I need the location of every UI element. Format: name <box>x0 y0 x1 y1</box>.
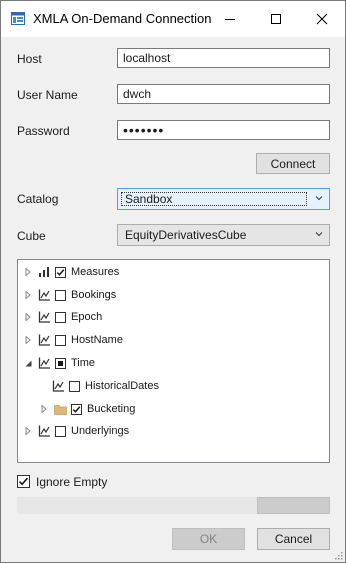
expand-arrow-icon[interactable] <box>23 267 33 277</box>
tree-node-label: Underlyings <box>71 425 130 437</box>
tree-node-label: Time <box>71 357 96 369</box>
collapse-arrow-icon[interactable] <box>23 358 33 368</box>
axis-icon <box>37 333 51 347</box>
checkbox-epoch[interactable] <box>55 311 66 323</box>
chevron-down-icon <box>315 196 323 201</box>
cube-tree-view[interactable]: Measures Bookings Epoch HostName Time Hi… <box>17 259 330 463</box>
checkbox-underlyings[interactable] <box>55 425 66 437</box>
tree-node-label: HistoricalDates <box>85 380 159 392</box>
catalog-selected-value: Sandbox <box>125 192 173 206</box>
dialog-body: Host localhost User Name dwch Password •… <box>1 37 345 562</box>
checkbox-bucketing[interactable] <box>71 403 82 415</box>
resize-grip-icon[interactable] <box>333 550 343 560</box>
tree-node-underlyings[interactable]: Underlyings <box>23 422 129 440</box>
user-name-label: User Name <box>17 88 78 102</box>
catalog-dropdown[interactable]: Sandbox <box>117 188 330 210</box>
maximize-button[interactable] <box>253 1 299 37</box>
checkbox-historicaldates[interactable] <box>69 380 80 392</box>
tree-node-label: Measures <box>71 266 120 278</box>
dialog-window: XMLA On-Demand Connection Host localhost… <box>0 0 346 563</box>
checkmark-icon <box>72 405 81 413</box>
tree-node-hostname[interactable]: HostName <box>23 331 123 349</box>
close-icon <box>316 13 328 25</box>
axis-icon <box>37 288 51 302</box>
host-label: Host <box>17 52 42 66</box>
cube-selected-value: EquityDerivativesCube <box>125 228 247 242</box>
folder-icon <box>53 402 67 416</box>
checkbox-measures[interactable] <box>55 266 66 278</box>
tree-node-epoch[interactable]: Epoch <box>23 308 102 326</box>
expand-arrow-icon[interactable] <box>23 426 33 436</box>
window-title: XMLA On-Demand Connection <box>33 11 212 26</box>
user-name-input[interactable]: dwch <box>117 84 330 104</box>
checkbox-bookings[interactable] <box>55 289 66 301</box>
cube-dropdown[interactable]: EquityDerivativesCube <box>117 224 330 246</box>
bar-chart-icon <box>37 265 51 279</box>
minimize-button[interactable] <box>207 1 253 37</box>
tree-node-bucketing[interactable]: Bucketing <box>39 400 135 418</box>
axis-icon <box>37 424 51 438</box>
expand-arrow-icon[interactable] <box>23 290 33 300</box>
tree-node-label: HostName <box>71 334 123 346</box>
tree-node-label: Bucketing <box>87 403 136 415</box>
expand-arrow-icon[interactable] <box>39 404 49 414</box>
tree-node-bookings[interactable]: Bookings <box>23 286 116 304</box>
tree-node-label: Epoch <box>71 311 103 323</box>
checkmark-icon <box>19 477 29 486</box>
progress-side-button <box>257 497 330 514</box>
axis-icon <box>37 356 51 370</box>
axis-icon <box>37 310 51 324</box>
checkbox-hostname[interactable] <box>55 334 66 346</box>
cube-label: Cube <box>17 229 46 243</box>
checkbox-time[interactable] <box>55 357 66 369</box>
expand-arrow-icon[interactable] <box>23 335 33 345</box>
tree-node-measures[interactable]: Measures <box>23 263 119 281</box>
catalog-label: Catalog <box>17 192 59 206</box>
tree-node-time[interactable]: Time <box>23 354 95 372</box>
cancel-button[interactable]: Cancel <box>257 528 330 550</box>
ok-button[interactable]: OK <box>172 528 245 550</box>
connect-button[interactable]: Connect <box>256 153 330 174</box>
tree-node-label: Bookings <box>71 289 117 301</box>
checkmark-icon <box>56 268 65 276</box>
password-label: Password <box>17 124 70 138</box>
axis-icon <box>51 379 65 393</box>
close-button[interactable] <box>299 1 345 37</box>
chevron-down-icon <box>315 232 323 237</box>
title-bar[interactable]: XMLA On-Demand Connection <box>1 1 345 37</box>
password-input[interactable]: ••••••• <box>117 120 330 140</box>
minimize-icon <box>225 19 235 20</box>
maximize-icon <box>271 14 281 24</box>
expand-arrow-icon[interactable] <box>23 312 33 322</box>
ignore-empty-checkbox[interactable] <box>17 475 30 488</box>
tree-node-historicaldates[interactable]: HistoricalDates <box>51 377 159 395</box>
ignore-empty-label: Ignore Empty <box>36 475 108 489</box>
host-input[interactable]: localhost <box>117 48 330 68</box>
app-icon <box>11 12 25 25</box>
